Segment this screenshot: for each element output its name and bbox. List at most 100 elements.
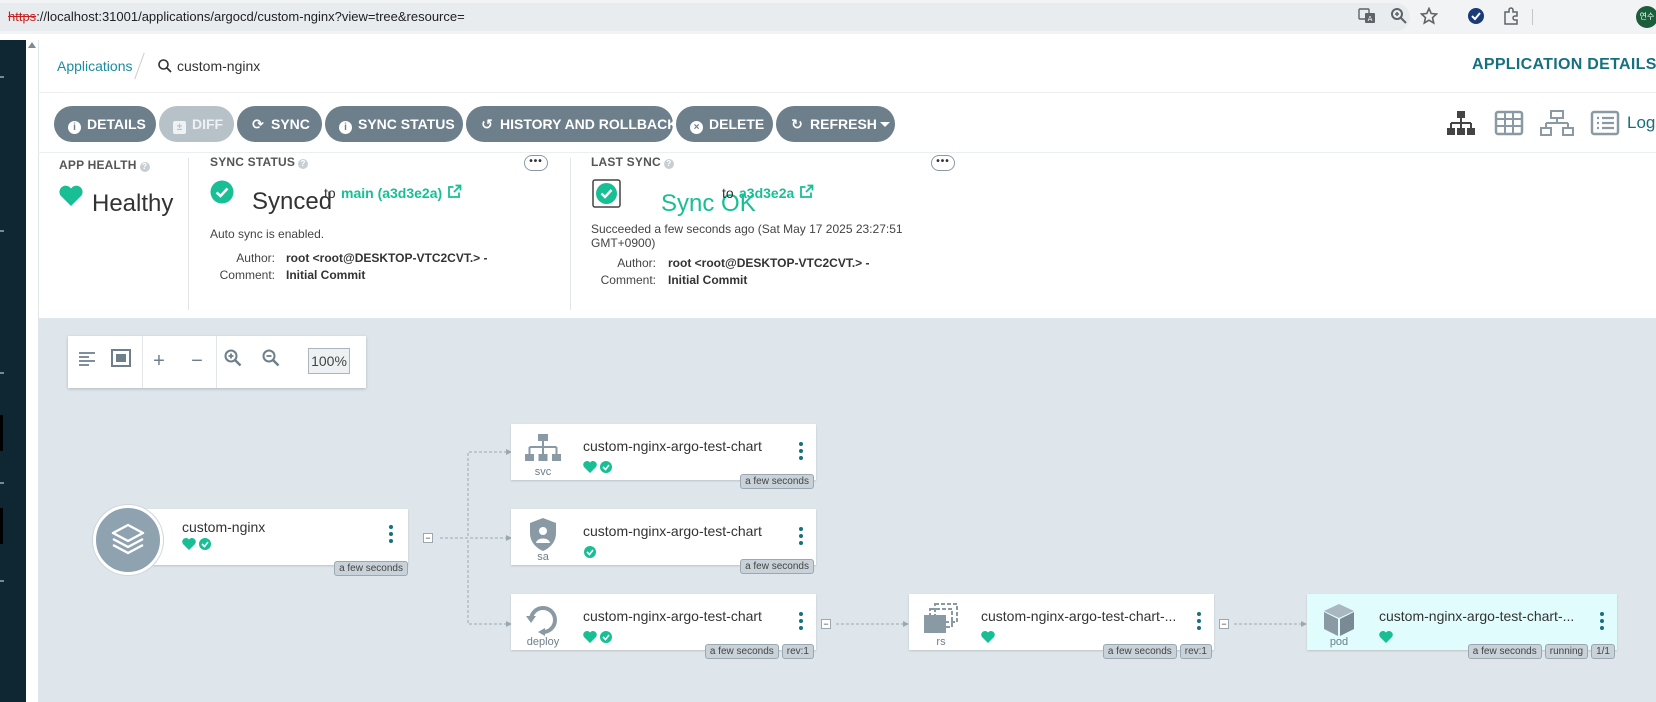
- resource-status: [981, 630, 995, 644]
- sync-status-button[interactable]: i SYNC STATUS: [325, 106, 463, 142]
- zoom-level[interactable]: 100%: [308, 348, 350, 374]
- resource-name: custom-nginx-argo-test-chart: [583, 608, 762, 624]
- deployment-icon: [526, 606, 557, 636]
- breadcrumb-current-app[interactable]: custom-nginx: [177, 58, 260, 74]
- age-tag: a few seconds: [740, 474, 814, 489]
- svc-node[interactable]: svc custom-nginx-argo-test-chart a few s…: [511, 424, 816, 489]
- address-bar[interactable]: https://localhost:31001/applications/arg…: [0, 3, 1410, 31]
- logs-tab[interactable]: Log: [1627, 113, 1655, 133]
- nav-marker: [0, 230, 4, 232]
- resource-status: [583, 460, 613, 474]
- page-title: APPLICATION DETAILS T: [1472, 56, 1656, 73]
- external-link-icon[interactable]: [799, 184, 814, 199]
- resource-kind-label: rs: [936, 636, 946, 648]
- app-health-label: APP HEALTH: [59, 158, 137, 172]
- resource-tags: a few seconds: [737, 471, 814, 489]
- last-sync-heading: LAST SYNC?: [591, 155, 674, 169]
- translate-icon[interactable]: A: [1357, 7, 1377, 27]
- resource-menu-button[interactable]: [798, 612, 804, 636]
- replicaset-icon: [924, 603, 958, 633]
- sync-status-more-button[interactable]: •••: [524, 155, 548, 171]
- search-icon[interactable]: [157, 58, 173, 74]
- comment-value: Initial Commit: [668, 273, 748, 287]
- svg-text:A: A: [1368, 15, 1373, 23]
- sa-node[interactable]: sa custom-nginx-argo-test-chart a few se…: [511, 509, 816, 574]
- app-layers-icon: [93, 505, 163, 575]
- toolbar-divider: [1532, 9, 1533, 25]
- resource-tags: a few seconds: [737, 556, 814, 574]
- zoom-icon[interactable]: [1389, 7, 1409, 27]
- history-icon: ↺: [481, 116, 493, 132]
- age-tag: a few seconds: [704, 644, 779, 659]
- collapse-toggle[interactable]: −: [1219, 619, 1229, 629]
- align-left-icon[interactable]: [72, 346, 102, 376]
- auto-sync-text: Auto sync is enabled.: [210, 227, 325, 241]
- refresh-button[interactable]: ↻ REFRESH: [776, 106, 895, 142]
- diff-button[interactable]: ± DIFF: [159, 106, 234, 142]
- list-view-icon[interactable]: [1590, 110, 1620, 136]
- url-text[interactable]: https://localhost:31001/applications/arg…: [8, 9, 465, 24]
- info-icon: i: [339, 121, 352, 134]
- age-tag: a few seconds: [740, 559, 814, 574]
- toolbar-divider: [142, 336, 143, 388]
- check-square-icon: [592, 179, 621, 208]
- app-node[interactable]: custom-nginx a few seconds: [93, 505, 408, 576]
- nav-item[interactable]: [0, 508, 3, 544]
- app-node-tags: a few seconds: [331, 558, 408, 576]
- extension-check-icon[interactable]: [1466, 7, 1486, 27]
- app-node-menu-button[interactable]: [388, 525, 394, 549]
- rs-node[interactable]: rs custom-nginx-argo-test-chart-... a fe…: [909, 594, 1214, 659]
- tree-view-icon[interactable]: [1446, 110, 1476, 136]
- zoom-in-icon[interactable]: [218, 346, 248, 376]
- resource-kind-label: svc: [534, 466, 552, 478]
- profile-avatar[interactable]: 연수: [1636, 6, 1656, 28]
- resource-kind-label: deploy: [526, 636, 560, 648]
- collapse-toggle[interactable]: −: [423, 533, 433, 543]
- collapse-toggle[interactable]: −: [821, 619, 831, 629]
- help-icon[interactable]: ?: [139, 162, 150, 172]
- extensions-puzzle-icon[interactable]: [1501, 7, 1521, 27]
- bookmark-star-icon[interactable]: [1419, 6, 1439, 27]
- health-status-value: Healthy: [92, 190, 174, 217]
- external-link-icon[interactable]: [447, 184, 462, 199]
- nav-item[interactable]: [0, 415, 3, 451]
- sync-status-value: Synced: [252, 188, 333, 215]
- last-sync-revision-link[interactable]: a3d3e2a: [739, 185, 794, 201]
- expand-all-icon[interactable]: +: [144, 346, 174, 376]
- resource-menu-button[interactable]: [1599, 612, 1605, 636]
- history-rollback-button[interactable]: ↺ HISTORY AND ROLLBACK: [466, 106, 677, 142]
- close-circle-icon: ×: [690, 121, 703, 134]
- resource-kind-label: sa: [537, 551, 549, 563]
- divider: [38, 92, 1656, 93]
- network-view-icon[interactable]: [1540, 110, 1574, 136]
- scroll-up-arrow-icon[interactable]: [28, 42, 36, 48]
- delete-button[interactable]: × DELETE: [676, 106, 773, 142]
- resource-name: custom-nginx-argo-test-chart: [583, 523, 762, 539]
- panel-divider: [188, 158, 189, 310]
- comment-label: Comment:: [600, 273, 656, 287]
- graph-toolbar: + − 100%: [68, 336, 366, 388]
- service-account-icon: [530, 518, 556, 551]
- collapse-all-icon[interactable]: −: [182, 346, 212, 376]
- history-label: HISTORY AND ROLLBACK: [500, 116, 678, 132]
- resource-menu-button[interactable]: [798, 527, 804, 551]
- app-node-card[interactable]: [129, 509, 408, 565]
- pod-cube-icon: [1324, 604, 1354, 636]
- diff-label: DIFF: [192, 116, 224, 132]
- help-icon[interactable]: ?: [663, 159, 674, 169]
- pods-view-icon[interactable]: [1494, 110, 1524, 136]
- refresh-label: REFRESH: [810, 116, 877, 132]
- divider: [38, 152, 1656, 153]
- help-icon[interactable]: ?: [298, 159, 309, 169]
- pod-node[interactable]: pod custom-nginx-argo-test-chart-... a f…: [1307, 594, 1617, 659]
- fit-to-screen-icon[interactable]: [106, 346, 136, 376]
- sync-revision-link[interactable]: main (a3d3e2a): [341, 185, 442, 201]
- sync-button[interactable]: ⟳ SYNC: [237, 106, 322, 142]
- zoom-out-icon[interactable]: [256, 346, 286, 376]
- resource-menu-button[interactable]: [798, 442, 804, 466]
- breadcrumb-applications-link[interactable]: Applications: [57, 58, 133, 74]
- resource-menu-button[interactable]: [1196, 612, 1202, 636]
- details-button[interactable]: i DETAILS: [54, 106, 156, 142]
- deploy-node[interactable]: deploy custom-nginx-argo-test-chart a fe…: [511, 594, 816, 659]
- last-sync-more-button[interactable]: •••: [931, 155, 955, 171]
